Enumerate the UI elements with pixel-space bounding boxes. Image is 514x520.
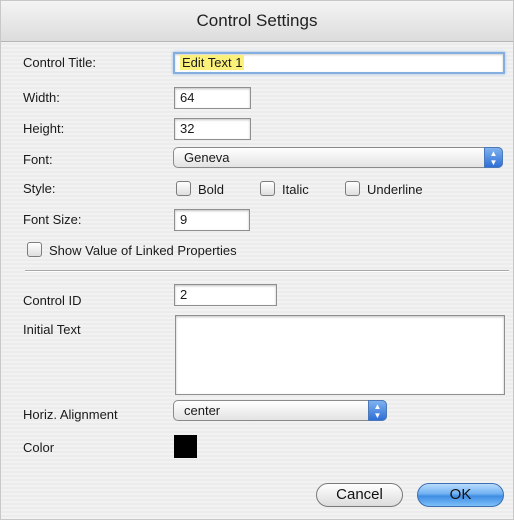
font-popup[interactable]: Geneva ▲ ▼ [173,147,503,168]
underline-checkbox[interactable] [345,181,360,196]
italic-label: Italic [282,182,309,197]
font-label: Font: [23,152,53,167]
control-title-field[interactable]: Edit Text 1 [173,52,505,74]
horiz-alignment-label: Horiz. Alignment [23,407,118,422]
italic-checkbox[interactable] [260,181,275,196]
height-label: Height: [23,121,65,136]
up-down-arrows-icon: ▲ ▼ [368,400,387,421]
window-title: Control Settings [1,1,513,42]
bold-label: Bold [198,182,225,197]
show-linked-label: Show Value of Linked Properties [49,243,237,258]
initial-text-label: Initial Text [23,322,81,337]
color-label: Color [23,440,55,455]
height-field[interactable]: 32 [174,118,251,140]
style-label: Style: [23,181,56,196]
initial-text-area[interactable] [175,315,505,395]
font-size-field[interactable]: 9 [174,209,250,231]
underline-label: Underline [367,182,423,197]
ok-button[interactable]: OK [417,483,504,507]
control-id-field[interactable]: 2 [174,284,277,306]
font-size-label: Font Size: [23,212,82,227]
show-linked-checkbox[interactable] [27,242,42,257]
cancel-button[interactable]: Cancel [316,483,403,507]
width-label: Width: [23,90,60,105]
up-down-arrows-icon: ▲ ▼ [484,147,503,168]
bold-checkbox[interactable] [176,181,191,196]
horiz-alignment-value: center [184,403,221,418]
width-field[interactable]: 64 [174,87,251,109]
control-id-label: Control ID [23,293,82,308]
font-popup-value: Geneva [184,150,230,165]
section-divider [25,270,509,272]
control-settings-dialog: Control Settings Control Title: Edit Tex… [0,0,514,520]
color-swatch[interactable] [174,435,197,458]
control-title-label: Control Title: [23,55,96,70]
control-title-value: Edit Text 1 [180,55,245,70]
horiz-alignment-popup[interactable]: center ▲ ▼ [173,400,387,421]
